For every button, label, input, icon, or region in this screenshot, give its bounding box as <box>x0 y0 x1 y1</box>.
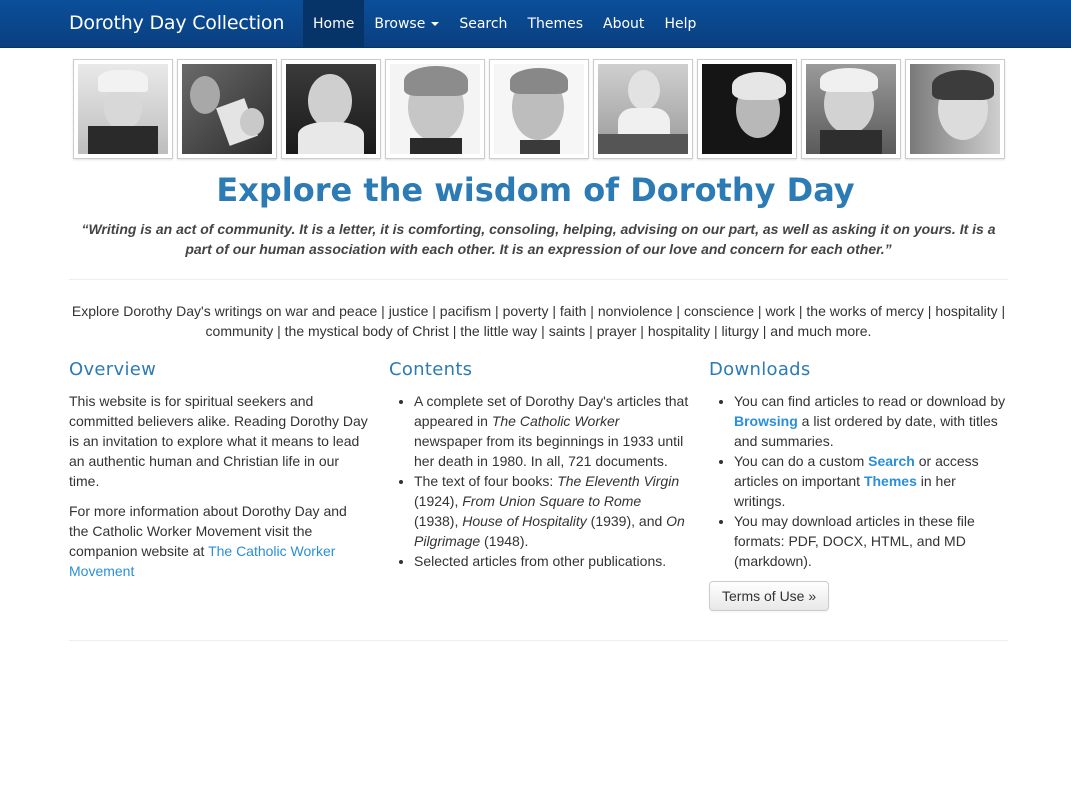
topics-intro: Explore Dorothy Day's writings on <box>71 303 286 319</box>
themes-link-label: Themes <box>863 473 917 489</box>
nav-browse-label: Browse <box>374 16 426 32</box>
topic-item: poverty <box>502 303 549 319</box>
topic-item: conscience <box>683 303 755 319</box>
contents-list: A complete set of Dorothy Day's articles… <box>414 391 689 571</box>
topic-item: and much more. <box>770 323 872 339</box>
portrait-photo <box>73 59 173 159</box>
topics-list: Explore Dorothy Day's writings on war an… <box>71 303 1006 339</box>
portrait-photo <box>385 59 485 159</box>
downloads-section: Downloads You can find articles to read … <box>709 358 1009 611</box>
topic-item: prayer <box>596 323 637 339</box>
topic-item: the little way <box>460 323 538 339</box>
list-item: The text of four books: The Eleventh Vir… <box>414 471 689 551</box>
topic-item: war and peace <box>285 303 378 319</box>
downloads-heading: Downloads <box>709 359 811 380</box>
list-item: You may download articles in these file … <box>734 511 1009 571</box>
book-year: (1924), <box>414 493 459 509</box>
portrait-photo <box>801 59 901 159</box>
list-item: A complete set of Dorothy Day's articles… <box>414 391 689 471</box>
footer-divider <box>69 640 1008 641</box>
nav-search[interactable]: Search <box>449 0 517 48</box>
portrait-photo <box>281 59 381 159</box>
downloads-item2-a: You can do a custom <box>734 453 865 469</box>
overview-more-info: For more information about Dorothy Day a… <box>69 501 369 581</box>
topic-item: work <box>765 303 795 319</box>
topic-item: hospitality <box>935 303 998 319</box>
brand-link[interactable]: Dorothy Day Collection <box>69 9 284 37</box>
topic-item: liturgy <box>721 323 759 339</box>
search-link-label: Search <box>868 453 915 469</box>
contents-item1-b: newspaper from its beginnings in 1933 un… <box>414 433 684 469</box>
topic-item: nonviolence <box>597 303 673 319</box>
list-item: Selected articles from other publication… <box>414 551 689 571</box>
overview-paragraph: This website is for spiritual seekers an… <box>69 393 368 489</box>
divider <box>69 279 1008 280</box>
portrait-photo <box>697 59 797 159</box>
search-link[interactable]: Search <box>868 453 915 469</box>
list-item: You can find articles to read or downloa… <box>734 391 1009 451</box>
topic-item: the works of mercy <box>806 303 924 319</box>
navbar: Dorothy Day Collection Home Browse Searc… <box>0 0 1071 48</box>
nav-browse[interactable]: Browse <box>364 0 449 48</box>
portrait-photo <box>905 59 1005 159</box>
nav-themes[interactable]: Themes <box>517 0 593 48</box>
nav-about[interactable]: About <box>593 0 654 48</box>
list-item: You can do a custom Search or access art… <box>734 451 1009 511</box>
overview-heading: Overview <box>69 359 157 380</box>
book-year: (1939), and <box>590 513 663 529</box>
portrait-photo <box>177 59 277 159</box>
topic-item: saints <box>548 323 586 339</box>
contents-section: Contents A complete set of Dorothy Day's… <box>389 358 689 571</box>
topic-item: faith <box>559 303 587 319</box>
book-title: House of Hospitality <box>462 513 587 529</box>
topic-item: the mystical body of Christ <box>284 323 449 339</box>
themes-link[interactable]: Themes <box>864 473 917 489</box>
contents-heading: Contents <box>389 359 473 380</box>
contents-item2-a: The text of four books: <box>414 473 554 489</box>
topic-item: pacifism <box>439 303 492 319</box>
terms-of-use-button[interactable]: Terms of Use » <box>709 581 830 611</box>
browsing-link-label: Browsing <box>734 413 798 429</box>
topic-item: hospitality <box>647 323 711 339</box>
downloads-item1-a: You can find articles to read or downloa… <box>734 393 1006 409</box>
book-title: The Eleventh Virgin <box>557 473 680 489</box>
book-title: From Union Square to Rome <box>462 493 642 509</box>
nav-home[interactable]: Home <box>303 0 365 48</box>
main-nav: Home Browse Search Themes About Help <box>303 0 706 48</box>
newspaper-title: The Catholic Worker <box>491 413 620 429</box>
downloads-list: You can find articles to read or downloa… <box>734 391 1009 571</box>
portrait-photo <box>593 59 693 159</box>
topic-item: community <box>205 323 274 339</box>
book-year: (1938), <box>414 513 459 529</box>
book-year: (1948). <box>484 533 529 549</box>
topic-item: justice <box>388 303 429 319</box>
chevron-down-icon <box>431 22 440 26</box>
portrait-photo <box>489 59 589 159</box>
nav-help[interactable]: Help <box>654 0 706 48</box>
page-title: Explore the wisdom of Dorothy Day <box>216 171 855 209</box>
photo-strip <box>73 59 1005 159</box>
browsing-link[interactable]: Browsing <box>734 413 798 429</box>
featured-quote: “Writing is an act of community. It is a… <box>81 221 996 257</box>
overview-section: Overview This website is for spiritual s… <box>69 358 369 591</box>
